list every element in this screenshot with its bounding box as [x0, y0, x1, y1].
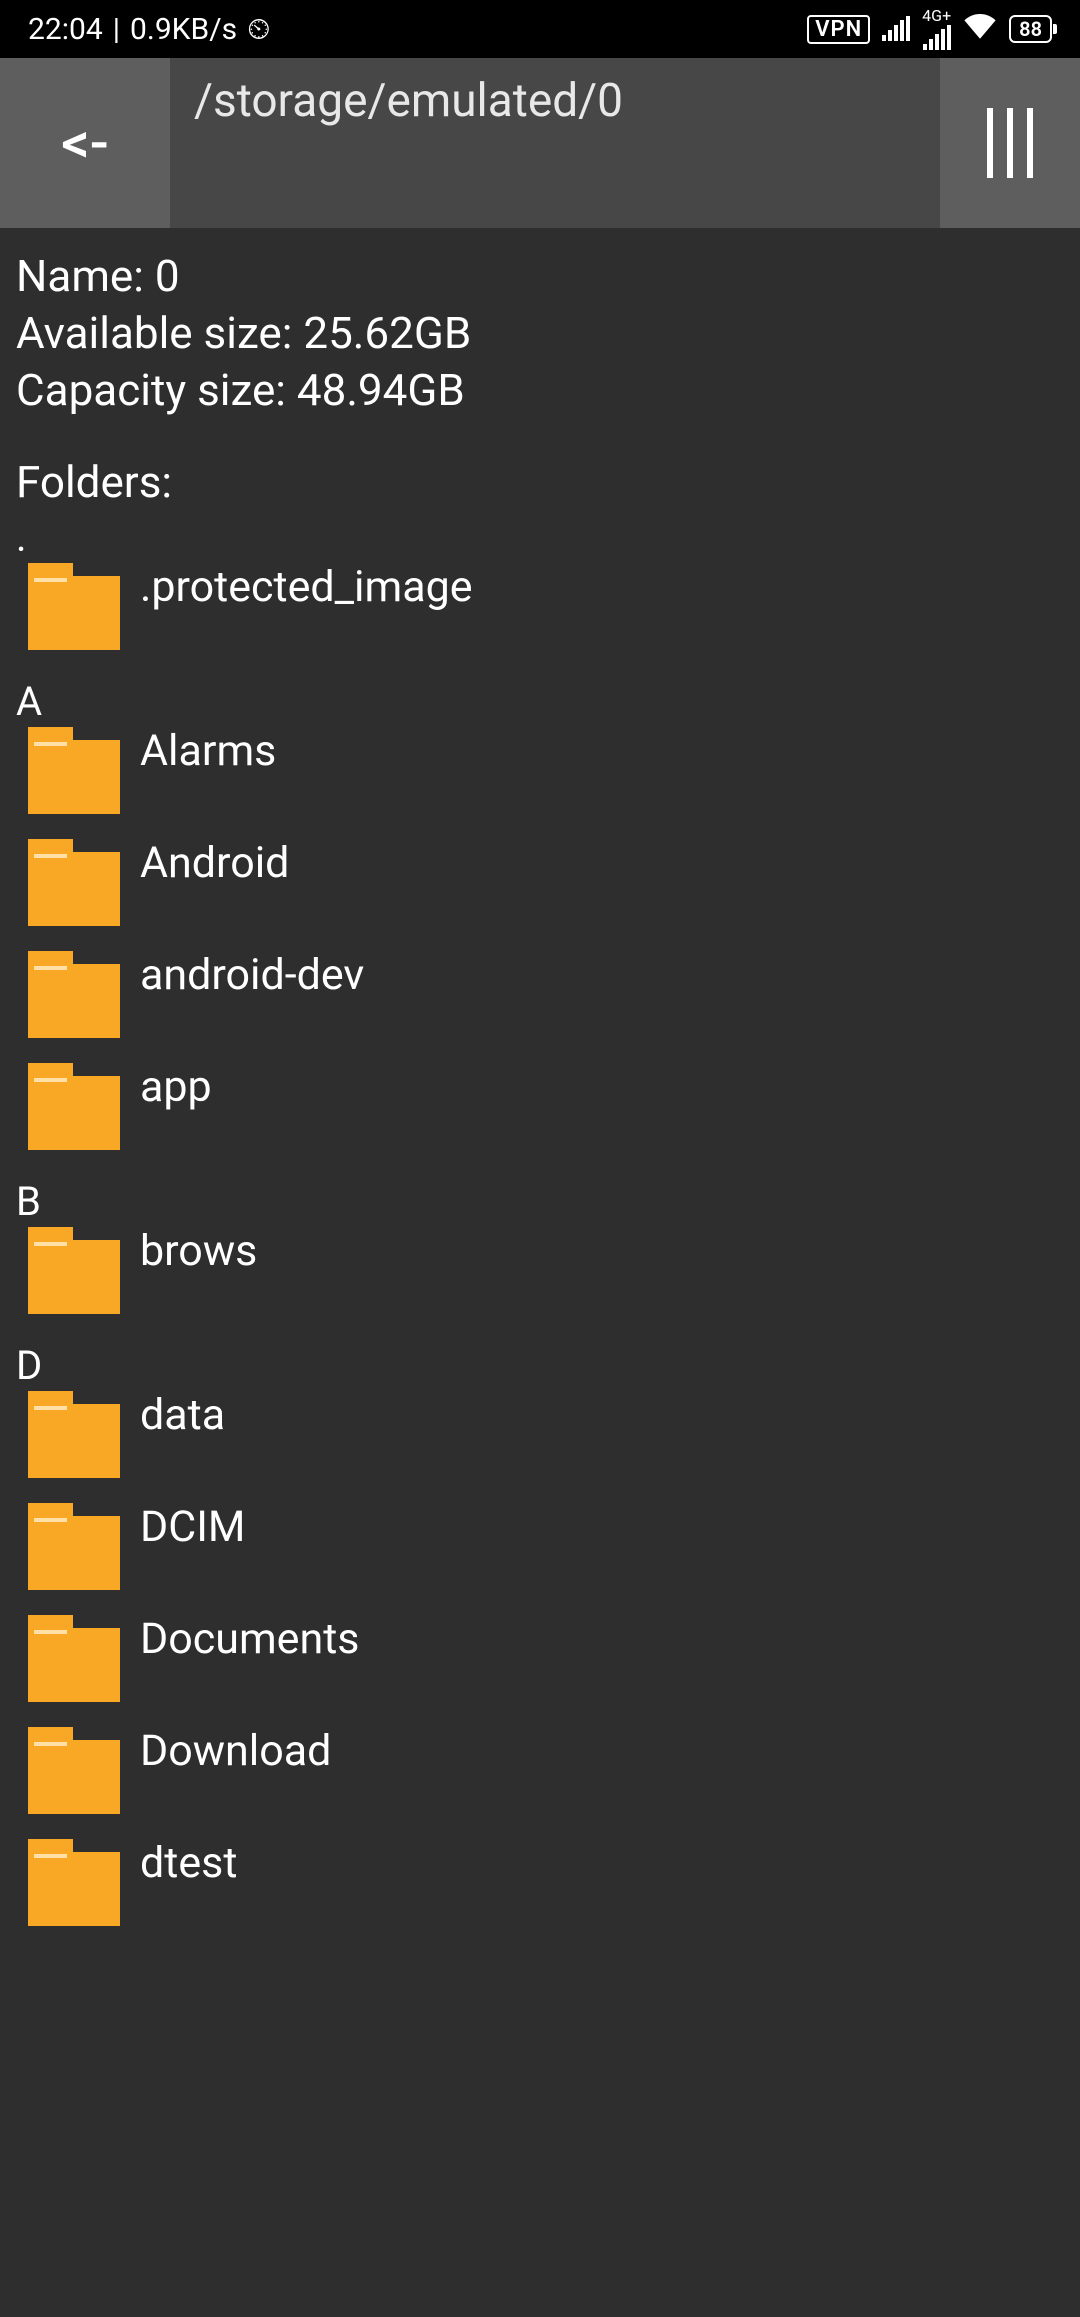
- menu-bar-icon: [1007, 108, 1013, 178]
- folder-icon: [28, 740, 120, 814]
- folder-name: app: [140, 1066, 212, 1109]
- path-display[interactable]: /storage/emulated/0: [170, 58, 940, 228]
- folder-row[interactable]: Alarms: [28, 730, 1064, 814]
- folder-row[interactable]: Android: [28, 842, 1064, 926]
- alarm-icon: ⏲: [247, 12, 270, 47]
- folder-icon: [28, 576, 120, 650]
- folder-icon: [28, 1852, 120, 1926]
- network-type-indicator: 4G+: [922, 8, 951, 50]
- section-letter: B: [16, 1178, 1064, 1226]
- clock: 22:04: [28, 12, 103, 47]
- section-letter: D: [16, 1342, 1064, 1390]
- folder-name: brows: [140, 1230, 257, 1273]
- folder-name: Documents: [140, 1618, 359, 1661]
- folder-name: Download: [140, 1730, 331, 1773]
- back-button[interactable]: <-: [0, 58, 170, 228]
- storage-info: Name: 0 Available size: 25.62GB Capacity…: [16, 248, 1064, 420]
- folder-row[interactable]: data: [28, 1394, 1064, 1478]
- folder-icon: [28, 1516, 120, 1590]
- name-label: Name:: [16, 250, 144, 302]
- battery-indicator: 88: [1009, 15, 1052, 43]
- separator: |: [113, 12, 120, 47]
- content-area[interactable]: Name: 0 Available size: 25.62GB Capacity…: [0, 228, 1080, 2317]
- folder-name: data: [140, 1394, 225, 1437]
- wifi-icon: [963, 12, 997, 47]
- capacity-label: Capacity size:: [16, 364, 286, 416]
- folder-icon: [28, 1628, 120, 1702]
- folder-row[interactable]: brows: [28, 1230, 1064, 1314]
- app-toolbar: <- /storage/emulated/0: [0, 58, 1080, 228]
- signal-icon: [882, 17, 910, 41]
- folder-icon: [28, 1404, 120, 1478]
- folders-list: ..protected_image AAlarms Android android-d…: [16, 514, 1064, 1926]
- folder-icon: [28, 964, 120, 1038]
- name-value: 0: [155, 250, 180, 302]
- folder-row[interactable]: dtest: [28, 1842, 1064, 1926]
- section-letter: A: [16, 678, 1064, 726]
- capacity-value: 48.94GB: [297, 364, 465, 416]
- status-right: VPN 4G+ 88: [807, 8, 1052, 50]
- folder-name: .protected_image: [140, 566, 473, 609]
- section-letter: .: [16, 514, 1064, 562]
- folder-name: android-dev: [140, 954, 364, 997]
- available-label: Available size:: [16, 307, 292, 359]
- folder-row[interactable]: app: [28, 1066, 1064, 1150]
- folder-name: Android: [140, 842, 289, 885]
- network-speed: 0.9KB/s: [130, 12, 237, 47]
- folder-name: Alarms: [140, 730, 276, 773]
- vpn-badge: VPN: [807, 15, 870, 44]
- menu-bar-icon: [987, 108, 993, 178]
- status-bar: 22:04 | 0.9KB/s ⏲ VPN 4G+ 88: [0, 0, 1080, 58]
- folder-row[interactable]: DCIM: [28, 1506, 1064, 1590]
- folder-icon: [28, 1240, 120, 1314]
- folder-row[interactable]: android-dev: [28, 954, 1064, 1038]
- menu-bar-icon: [1027, 108, 1033, 178]
- available-value: 25.62GB: [303, 307, 471, 359]
- folder-icon: [28, 852, 120, 926]
- folder-icon: [28, 1076, 120, 1150]
- folder-name: DCIM: [140, 1506, 245, 1549]
- folder-row[interactable]: Documents: [28, 1618, 1064, 1702]
- status-left: 22:04 | 0.9KB/s ⏲: [28, 12, 270, 47]
- folder-row[interactable]: .protected_image: [28, 566, 1064, 650]
- folder-row[interactable]: Download: [28, 1730, 1064, 1814]
- folder-name: dtest: [140, 1842, 237, 1885]
- folder-icon: [28, 1740, 120, 1814]
- folders-header: Folders:: [16, 456, 1064, 508]
- menu-button[interactable]: [940, 58, 1080, 228]
